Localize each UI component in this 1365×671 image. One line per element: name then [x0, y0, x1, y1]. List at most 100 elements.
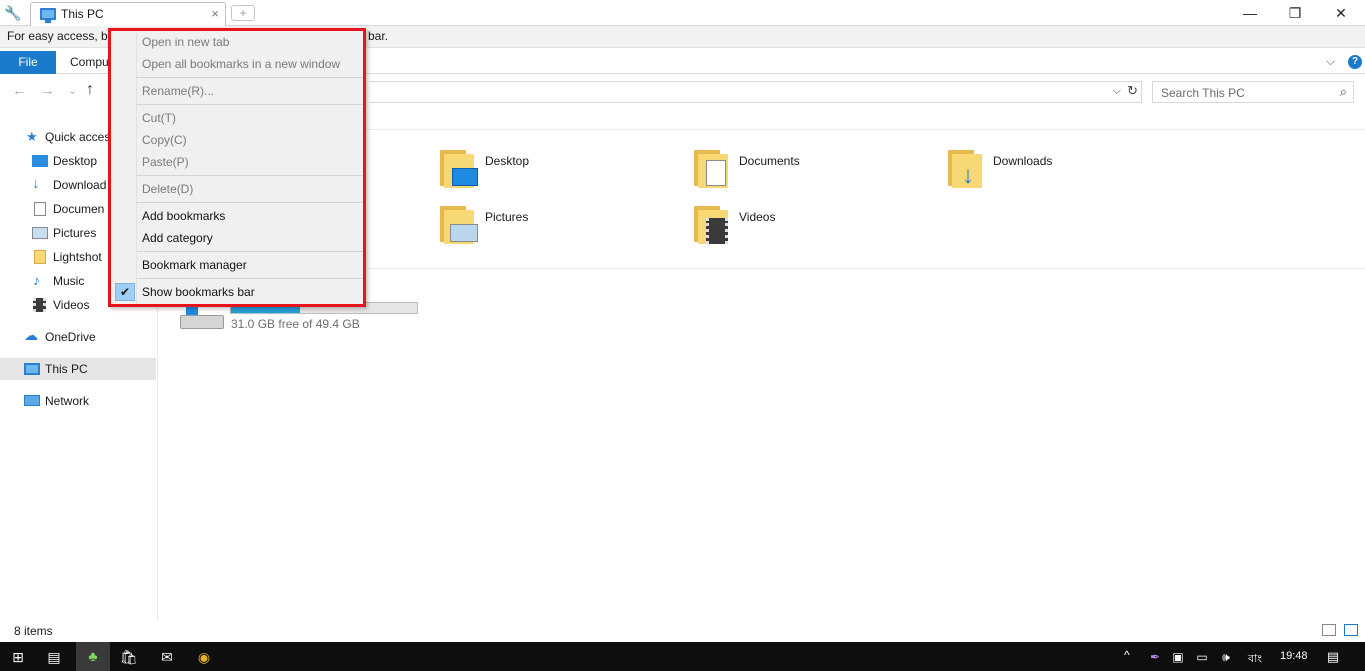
menu-item-label: Show bookmarks bar — [142, 285, 255, 299]
menu-item-show-bookmarks-bar[interactable]: ✔ Show bookmarks bar — [112, 281, 362, 303]
minimize-button[interactable]: — — [1227, 0, 1273, 26]
sidebar-item-label: Lightshot — [53, 250, 102, 264]
tab-title: This PC — [61, 7, 104, 21]
info-text-end: bar. — [368, 29, 389, 43]
sidebar-item-this-pc[interactable]: This PC — [0, 358, 156, 380]
star-icon: ★ — [26, 129, 38, 144]
document-icon — [34, 202, 46, 216]
menu-item-label: Add bookmarks — [142, 209, 226, 223]
folder-label: Videos — [739, 210, 776, 224]
menu-item-bookmark-manager[interactable]: Bookmark manager — [112, 254, 362, 276]
store-icon[interactable]: 🛍 — [119, 647, 139, 667]
forward-button[interactable]: → — [40, 82, 55, 99]
recent-locations-button[interactable]: ⌄ — [68, 84, 77, 97]
network-icon — [24, 395, 40, 406]
menu-separator — [137, 202, 363, 203]
status-bar: 8 items — [0, 620, 1365, 642]
clock[interactable]: 19:48 — [1280, 650, 1308, 662]
folder-label: Pictures — [485, 210, 529, 224]
wrench-icon[interactable]: 🔧 — [4, 4, 22, 22]
menu-separator — [137, 104, 363, 105]
videos-folder-icon — [694, 206, 732, 246]
sidebar-item-label: Music — [53, 274, 85, 288]
details-view-icon[interactable] — [1322, 624, 1336, 636]
restore-button[interactable]: ❐ — [1272, 0, 1318, 26]
cloud-icon: ☁ — [24, 327, 38, 343]
menu-item-label: Cut(T) — [142, 111, 176, 125]
folder-icon — [34, 250, 46, 264]
volume-icon[interactable]: 🕪 — [1216, 647, 1236, 667]
close-window-button[interactable]: ✕ — [1318, 0, 1364, 26]
documents-folder-icon — [694, 150, 732, 190]
download-icon: ↓ — [32, 175, 40, 192]
folder-label: Downloads — [993, 154, 1053, 168]
large-icons-view-icon[interactable] — [1344, 624, 1358, 636]
menu-item-open-in-new-tab[interactable]: Open in new tab — [112, 31, 362, 53]
folder-label: Desktop — [485, 154, 530, 168]
sidebar-item-label: Download — [53, 178, 107, 192]
drive-icon[interactable] — [180, 305, 224, 331]
pen-icon[interactable]: ✒ — [1145, 647, 1165, 667]
menu-item-label: Rename(R)... — [142, 84, 215, 98]
chrome-icon[interactable]: ◉ — [194, 647, 214, 667]
menu-item-copy[interactable]: Copy(C) — [112, 129, 362, 151]
address-history-icon[interactable]: ⌵ — [1113, 85, 1121, 98]
menu-item-label: Bookmark manager — [142, 258, 247, 272]
folder-desktop[interactable]: Desktop — [440, 150, 680, 194]
clover-app-icon[interactable]: ♣ — [76, 642, 110, 671]
menu-item-cut[interactable]: Cut(T) — [112, 107, 362, 129]
sidebar-item-label: Desktop — [53, 154, 98, 168]
mail-icon[interactable]: ✉ — [157, 647, 177, 667]
network-tray-icon[interactable]: ▭ — [1192, 647, 1212, 667]
sidebar-item-label: This PC — [45, 362, 88, 376]
sidebar-item-network[interactable]: Network — [0, 390, 158, 412]
downloads-folder-icon: ↓ — [948, 150, 986, 190]
sidebar-item-label: Pictures — [53, 226, 97, 240]
tab-computer[interactable]: Compu — [70, 55, 109, 69]
folder-downloads[interactable]: ↓ Downloads — [948, 150, 1188, 194]
music-icon: ♪ — [33, 272, 40, 288]
help-icon[interactable]: ? — [1348, 55, 1362, 69]
sidebar-item-label: Documen — [53, 202, 105, 216]
videos-icon — [33, 298, 46, 312]
up-button[interactable]: ↑ — [86, 81, 94, 99]
info-text: For easy access, bo — [7, 29, 115, 43]
desktop-icon — [32, 155, 48, 167]
menu-item-label: Delete(D) — [142, 182, 194, 196]
back-button[interactable]: ← — [12, 82, 27, 99]
pictures-icon — [32, 227, 48, 239]
app-tray-icon[interactable]: ▣ — [1168, 647, 1188, 667]
language-indicator[interactable]: বাং — [1248, 650, 1262, 669]
folder-pictures[interactable]: Pictures — [440, 206, 680, 250]
title-bar: 🔧 This PC × + — ❐ ✕ — [0, 0, 1365, 26]
address-bar[interactable]: ⌵ ↻ — [370, 81, 1142, 103]
tab-file[interactable]: File — [0, 51, 56, 74]
search-placeholder: Search This PC — [1161, 86, 1245, 100]
menu-item-open-all-bookmarks[interactable]: Open all bookmarks in a new window — [112, 53, 362, 75]
search-input[interactable]: Search This PC ⌕ — [1152, 81, 1354, 103]
desktop-folder-icon — [440, 150, 478, 190]
menu-item-rename[interactable]: Rename(R)... — [112, 80, 362, 102]
checkmark-icon: ✔ — [115, 283, 135, 301]
bookmarks-context-menu: Open in new tab Open all bookmarks in a … — [108, 28, 366, 307]
action-center-icon[interactable]: ▤ — [1323, 647, 1343, 667]
menu-item-add-bookmarks[interactable]: Add bookmarks — [112, 205, 362, 227]
search-icon[interactable]: ⌕ — [1340, 84, 1347, 100]
task-view-icon[interactable]: ▤ — [44, 647, 64, 667]
expand-ribbon-icon[interactable]: ⌵ — [1326, 54, 1335, 69]
windows-start-icon[interactable]: ⊞ — [8, 647, 28, 667]
folder-videos[interactable]: Videos — [694, 206, 934, 250]
menu-item-paste[interactable]: Paste(P) — [112, 151, 362, 173]
sidebar-item-label: Videos — [53, 298, 90, 312]
computer-icon — [24, 363, 40, 375]
new-tab-button[interactable]: + — [231, 5, 255, 21]
menu-item-delete[interactable]: Delete(D) — [112, 178, 362, 200]
drive-free-space: 31.0 GB free of 49.4 GB — [231, 317, 360, 331]
folder-documents[interactable]: Documents — [694, 150, 934, 194]
sidebar-item-onedrive[interactable]: ☁ OneDrive — [0, 326, 158, 348]
tray-overflow-icon[interactable]: ^ — [1124, 648, 1130, 662]
menu-item-add-category[interactable]: Add category — [112, 227, 362, 249]
refresh-icon[interactable]: ↻ — [1127, 83, 1138, 99]
close-tab-icon[interactable]: × — [211, 6, 219, 21]
tab-this-pc[interactable]: This PC × — [30, 2, 226, 26]
